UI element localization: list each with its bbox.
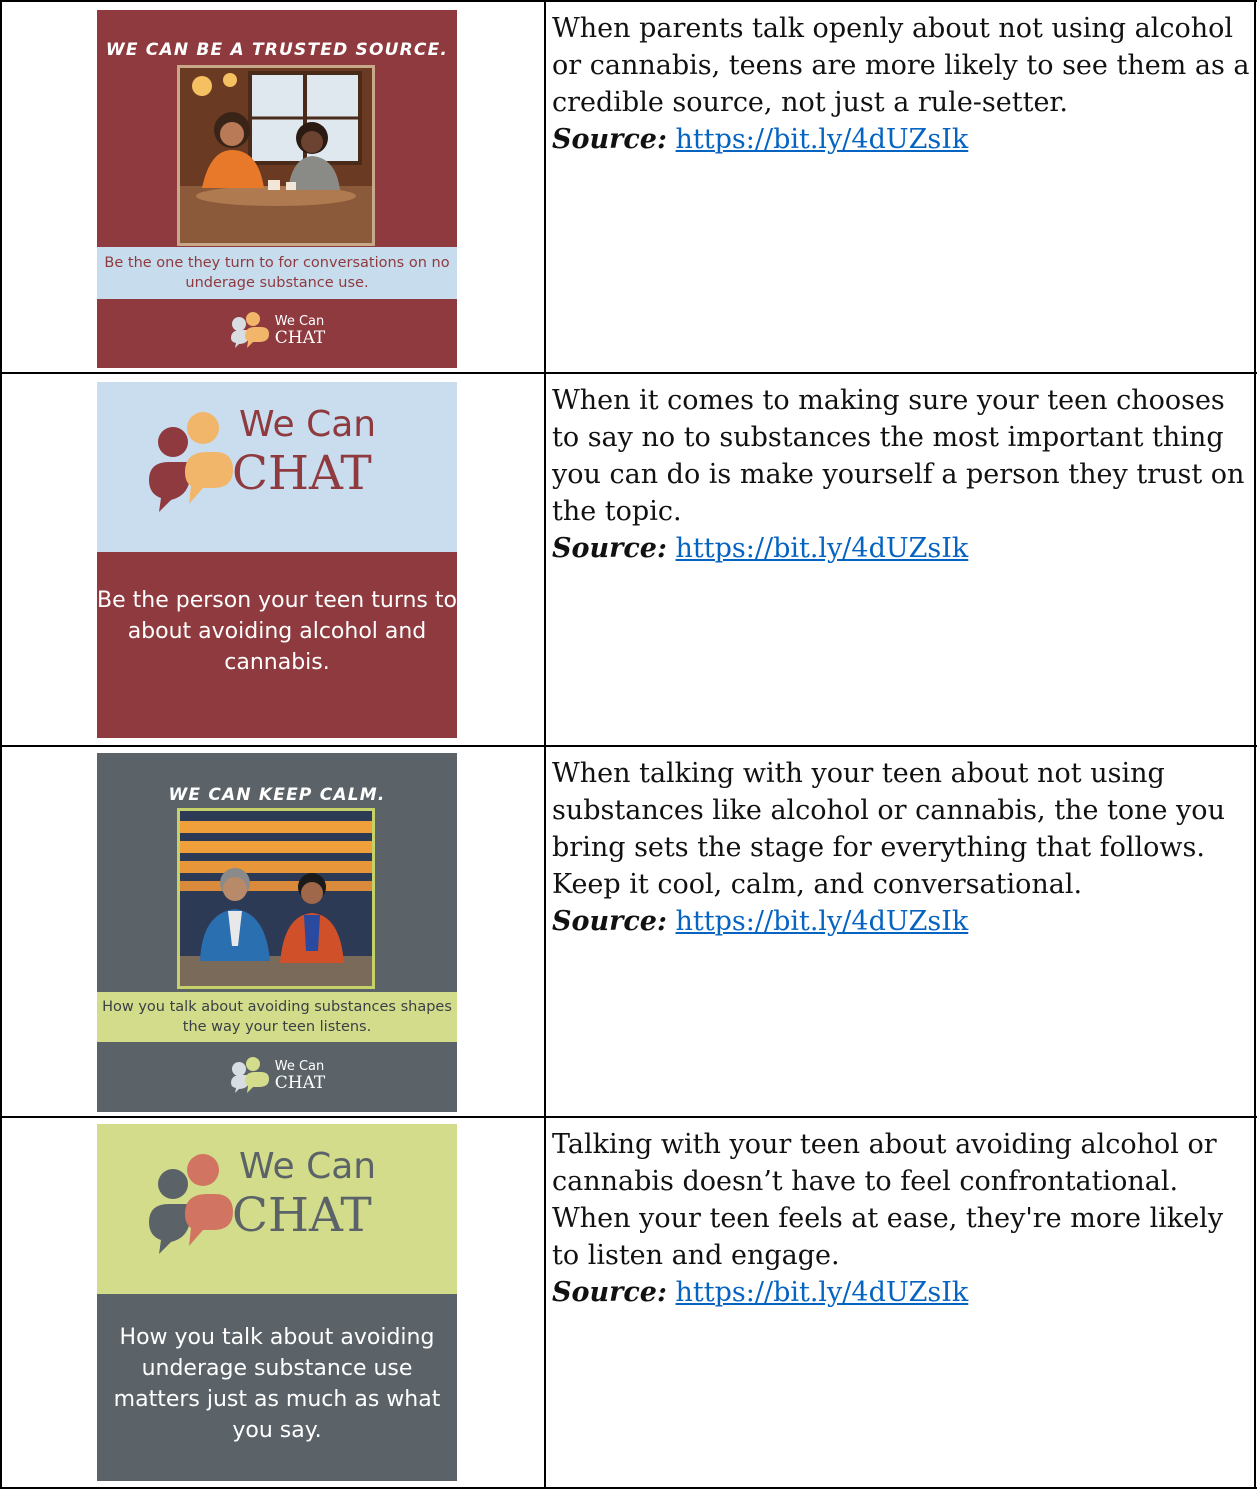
description-cell: Talking with your teen about avoiding al… (548, 1118, 1252, 1311)
description-text: Talking with your teen about avoiding al… (552, 1129, 1224, 1271)
poster-keep-calm: WE CAN KEEP CALM. How you talk about avo… (97, 753, 457, 1112)
description-cell: When parents talk openly about not using… (548, 2, 1252, 158)
source-link[interactable]: https://bit.ly/4dUZsIk (676, 1277, 969, 1308)
source-link[interactable]: https://bit.ly/4dUZsIk (676, 124, 969, 155)
logo-chat: CHAT (274, 1073, 326, 1093)
image-cell: We Can CHAT Be the person your teen turn… (2, 374, 544, 745)
logo-chat: CHAT (232, 1188, 372, 1243)
table-row: We Can CHAT Be the person your teen turn… (0, 374, 1257, 745)
description-text: When talking with your teen about not us… (552, 758, 1225, 900)
poster-body-text: Be the person your teen turns to about a… (97, 588, 457, 675)
we-can-chat-logo: We Can CHAT (97, 1057, 457, 1093)
logo-we-can: We Can (239, 404, 377, 445)
table-row: WE CAN KEEP CALM. How you talk about avo… (0, 747, 1257, 1116)
description-text: When it comes to making sure your teen c… (552, 385, 1245, 527)
source-label: Source: (552, 1277, 667, 1308)
poster-headline: WE CAN KEEP CALM. (168, 785, 386, 805)
source-label: Source: (552, 906, 667, 937)
chat-bubbles-icon (230, 1057, 269, 1093)
source-label: Source: (552, 124, 667, 155)
bleacher-scene-illustration (180, 811, 372, 986)
poster-body-text: How you talk about avoiding underage sub… (113, 1325, 441, 1443)
source-link[interactable]: https://bit.ly/4dUZsIk (676, 533, 969, 564)
photo-two-women-talking (177, 65, 375, 246)
image-cell: WE CAN BE A TRUSTED SOURCE. Be the one t… (2, 2, 544, 372)
we-can-chat-logo-large: We Can CHAT (97, 1124, 457, 1294)
we-can-chat-logo: We Can CHAT (97, 312, 457, 348)
logo-chat: CHAT (274, 328, 326, 348)
poster-trusted-source: WE CAN BE A TRUSTED SOURCE. Be the one t… (97, 10, 457, 368)
table-row: WE CAN BE A TRUSTED SOURCE. Be the one t… (0, 2, 1257, 372)
description-cell: When talking with your teen about not us… (548, 747, 1252, 940)
logo-we-can: We Can (239, 1146, 377, 1187)
chat-bubbles-icon (149, 412, 233, 512)
cafe-scene-illustration (180, 68, 372, 243)
description-text: When parents talk openly about not using… (552, 13, 1250, 118)
poster-person-they-turn-to: We Can CHAT Be the person your teen turn… (97, 382, 457, 738)
source-label: Source: (552, 533, 667, 564)
poster-caption-band: Be the one they turn to for conversation… (97, 247, 457, 299)
chat-bubbles-icon (149, 1154, 233, 1254)
we-can-chat-logo-large: We Can CHAT (97, 382, 457, 552)
poster-caption-band: How you talk about avoiding substances s… (97, 992, 457, 1042)
description-cell: When it comes to making sure your teen c… (548, 374, 1252, 567)
image-cell: We Can CHAT How you talk about avoiding … (2, 1118, 544, 1487)
photo-father-and-son-talking (177, 808, 375, 989)
chat-bubbles-icon (230, 312, 269, 348)
poster-headline: WE CAN BE A TRUSTED SOURCE. (105, 40, 449, 60)
table-row: We Can CHAT How you talk about avoiding … (0, 1118, 1257, 1487)
source-link[interactable]: https://bit.ly/4dUZsIk (676, 906, 969, 937)
image-cell: WE CAN KEEP CALM. How you talk about avo… (2, 747, 544, 1116)
poster-how-you-talk: We Can CHAT How you talk about avoiding … (97, 1124, 457, 1481)
logo-chat: CHAT (232, 446, 372, 501)
